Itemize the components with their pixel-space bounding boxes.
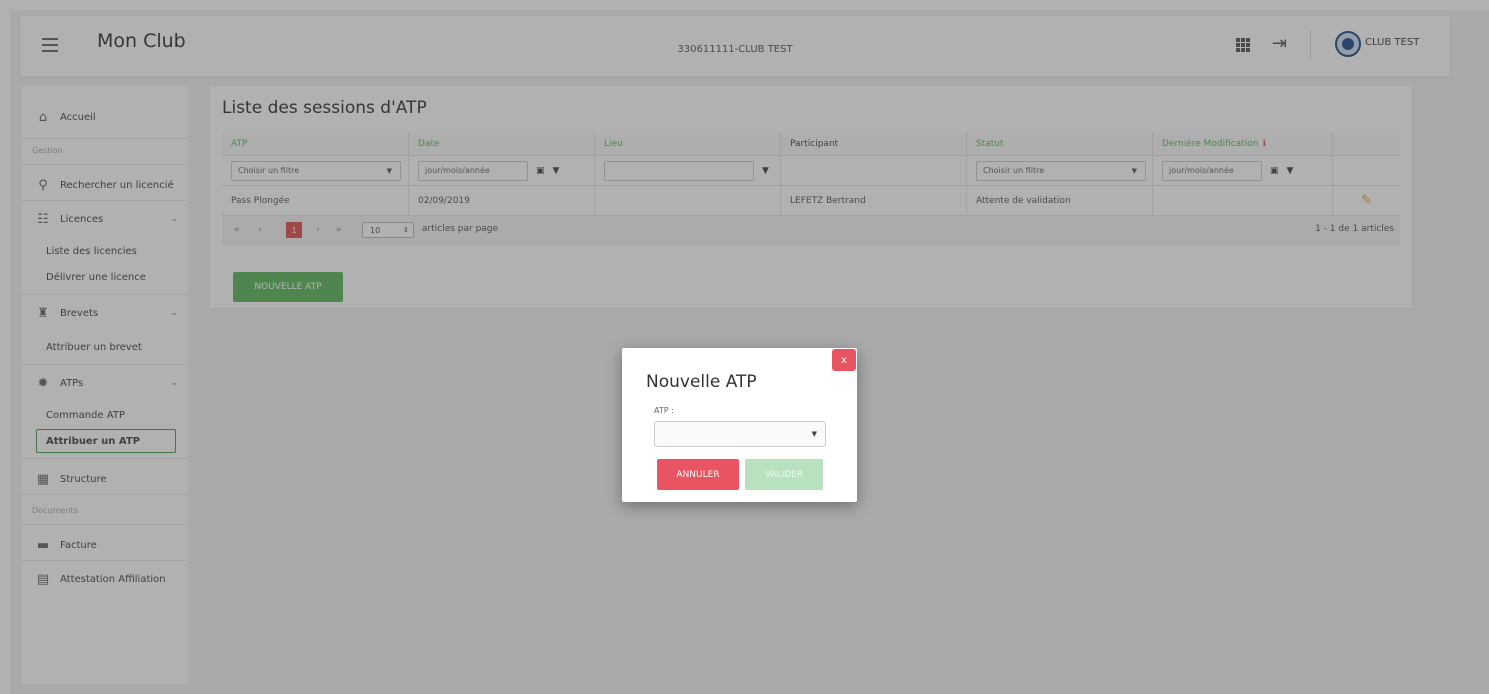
dropdown-arrow-icon: ▼ [811, 430, 817, 438]
new-atp-modal: x Nouvelle ATP ATP : ▼ ANNULER VALIDER [622, 348, 857, 502]
close-button[interactable]: x [832, 349, 856, 371]
atp-select[interactable]: ▼ [654, 421, 826, 447]
validate-button[interactable]: VALIDER [745, 459, 823, 490]
modal-title: Nouvelle ATP [646, 372, 757, 392]
modal-backdrop[interactable] [0, 0, 1489, 694]
atp-field-label: ATP : [654, 406, 674, 415]
cancel-button[interactable]: ANNULER [657, 459, 739, 490]
